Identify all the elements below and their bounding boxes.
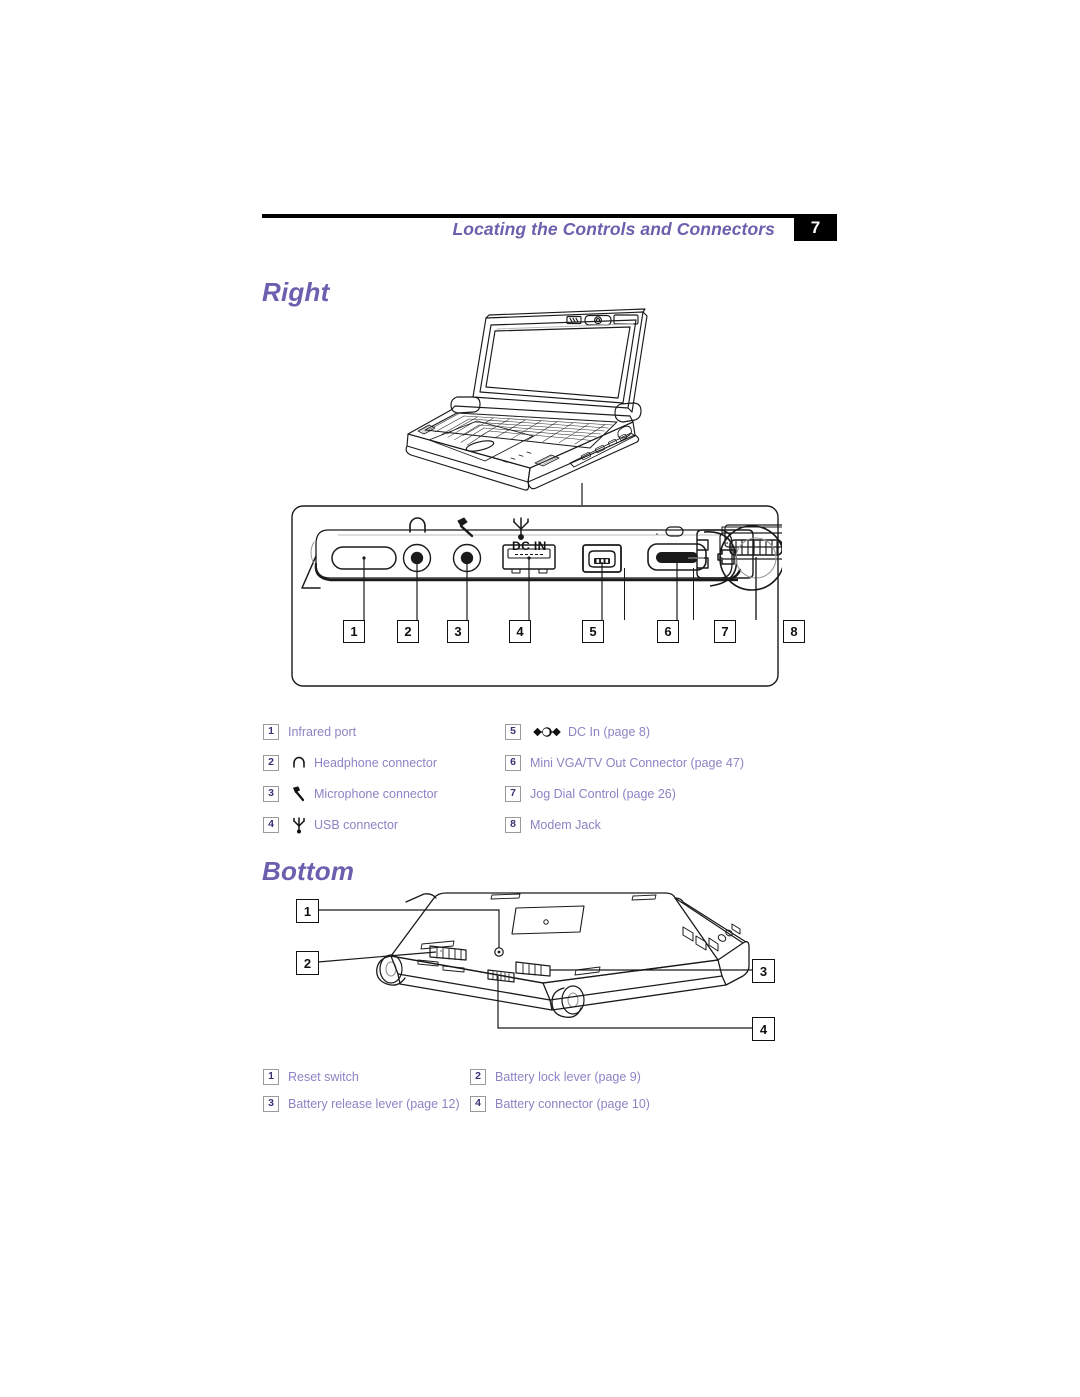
header-rule: [262, 214, 835, 218]
callout-box: 3: [752, 959, 775, 983]
section-heading-bottom: Bottom: [262, 856, 355, 886]
legend-label: Headphone connector: [314, 755, 438, 770]
legend-label: Battery release lever (page 12): [288, 1096, 460, 1111]
legend-item: 3 Battery release lever (page 12): [263, 1090, 460, 1117]
callout-box: 1: [343, 620, 365, 643]
usb-icon: [288, 816, 310, 834]
legend-number-box: 7: [505, 785, 521, 802]
document-page: Locating the Controls and Connectors 7 R…: [0, 0, 1080, 1397]
legend-label: Battery lock lever (page 9): [495, 1069, 641, 1084]
legend-number-box: 4: [263, 816, 279, 833]
right-legend-column-1: 1 Infrared port 2 Headphone connector 3: [263, 716, 438, 840]
legend-number-box: 3: [263, 1095, 279, 1112]
legend-label: Mini VGA/TV Out Connector (page 47): [530, 755, 744, 770]
right-legend-column-2: 5 DC In (page 8) 6 Mini VGA/TV Out Conne…: [505, 716, 744, 840]
port-panel-details: [290, 500, 782, 692]
dc-in-icon: [530, 723, 564, 741]
legend-number-box: 2: [263, 754, 279, 771]
laptop-open-illustration: [385, 300, 655, 505]
dc-in-port-label: DC IN: [512, 539, 547, 553]
page-number-badge: 7: [794, 214, 837, 241]
callout-box: 2: [397, 620, 419, 643]
callout-box: 6: [657, 620, 679, 643]
legend-number-box: 6: [505, 754, 521, 771]
callout-box: 2: [296, 951, 319, 975]
callout-box: 4: [509, 620, 531, 643]
legend-label: Microphone connector: [314, 786, 438, 801]
legend-number-box: 2: [470, 1068, 486, 1085]
headphone-icon: [288, 754, 310, 772]
right-diagram-callouts: 1 2 3 4 5 6 7 8: [290, 620, 805, 650]
legend-item: 8 Modem Jack: [505, 809, 744, 840]
dc-in-label-underline: [515, 554, 543, 555]
legend-item: 2 Battery lock lever (page 9): [470, 1063, 650, 1090]
callout-leader-modem-jack: [693, 568, 695, 620]
legend-item: 3 Microphone connector: [263, 778, 438, 809]
legend-label: DC In (page 8): [568, 724, 650, 739]
legend-item: 5 DC In (page 8): [505, 716, 744, 747]
callout-box: 7: [714, 620, 736, 643]
legend-number-box: 3: [263, 785, 279, 802]
page-header-title: Locating the Controls and Connectors: [452, 219, 775, 239]
bottom-diagram-callouts: 1 2 3 4: [288, 888, 782, 1048]
section-heading-right: Right: [262, 277, 330, 307]
legend-item: 4 USB connector: [263, 809, 438, 840]
legend-label: Reset switch: [288, 1069, 359, 1084]
legend-label: Modem Jack: [530, 817, 601, 832]
legend-item: 6 Mini VGA/TV Out Connector (page 47): [505, 747, 744, 778]
callout-box: 3: [447, 620, 469, 643]
callout-leader-jog-dial: [624, 568, 626, 620]
legend-item: 4 Battery connector (page 10): [470, 1090, 650, 1117]
microphone-icon: [288, 785, 310, 803]
legend-label: Battery connector (page 10): [495, 1096, 650, 1111]
legend-number-box: 8: [505, 816, 521, 833]
callout-box: 4: [752, 1017, 775, 1041]
legend-label: USB connector: [314, 817, 399, 832]
legend-item: 2 Headphone connector: [263, 747, 438, 778]
legend-item: 1 Infrared port: [263, 716, 438, 747]
legend-label: Infrared port: [288, 724, 357, 739]
legend-item: 7 Jog Dial Control (page 26): [505, 778, 744, 809]
legend-number-box: 1: [263, 723, 279, 740]
legend-number-box: 1: [263, 1068, 279, 1085]
bottom-legend-column-1: 1 Reset switch 3 Battery release lever (…: [263, 1063, 460, 1117]
callout-box: 5: [582, 620, 604, 643]
bottom-legend-column-2: 2 Battery lock lever (page 9) 4 Battery …: [470, 1063, 650, 1117]
callout-box: 8: [783, 620, 805, 643]
legend-item: 1 Reset switch: [263, 1063, 460, 1090]
legend-label: Jog Dial Control (page 26): [530, 786, 676, 801]
legend-number-box: 5: [505, 723, 521, 740]
callout-box: 1: [296, 899, 319, 923]
legend-number-box: 4: [470, 1095, 486, 1112]
